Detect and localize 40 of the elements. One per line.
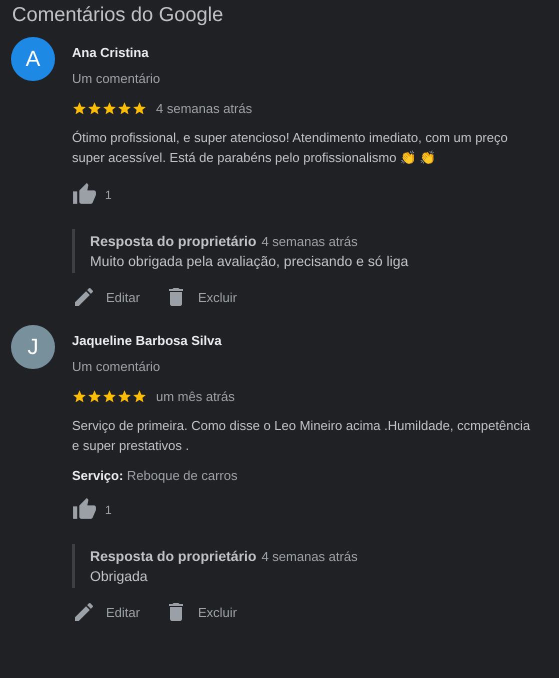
star-icon	[102, 389, 117, 404]
edit-button[interactable]: Editar	[72, 600, 140, 624]
avatar: J	[11, 325, 55, 369]
pencil-icon	[72, 285, 96, 309]
delete-button[interactable]: Excluir	[164, 600, 237, 624]
star-icon	[72, 101, 87, 116]
star-icon	[87, 101, 102, 116]
pencil-icon	[72, 600, 96, 624]
reply-text: Muito obrigada pela avaliação, precisando e só liga	[90, 253, 410, 269]
star-icon	[117, 101, 132, 116]
avatar: A	[11, 37, 55, 81]
service-line: Serviço: Reboque de carros	[72, 468, 238, 483]
review-text: Serviço de primeira. Como disse o Leo Mineiro acima .Humildade, ccmpetência e super prestativos .	[72, 417, 532, 455]
star-icon	[102, 101, 117, 116]
review-time: 4 semanas atrás	[156, 101, 252, 116]
reply-time: 4 semanas atrás	[261, 234, 358, 249]
like-count: 1	[105, 502, 112, 516]
star-icon	[117, 389, 132, 404]
reply-label: Resposta do proprietário	[90, 233, 256, 249]
star-icon	[72, 389, 87, 404]
reply-text: Obrigada	[90, 568, 149, 584]
thumbs-up-icon	[72, 497, 97, 522]
review-time: um mês atrás	[156, 389, 235, 404]
like-button[interactable]	[72, 182, 97, 207]
section-title: Comentários do Google	[12, 4, 224, 27]
edit-button[interactable]: Editar	[72, 285, 140, 309]
review-text: Ótimo profissional, e super atencioso! Atendimento imediato, com um preço super acessível. Está de parabéns pelo profissionalismo 👏 👏	[72, 129, 509, 167]
reply-time: 4 semanas atrás	[261, 549, 358, 564]
reply-label: Resposta do proprietário	[90, 548, 256, 564]
star-icon	[132, 101, 147, 116]
delete-button[interactable]: Excluir	[164, 285, 237, 309]
like-button[interactable]	[72, 497, 97, 522]
reviewer-name[interactable]: Jaqueline Barbosa Silva	[72, 333, 559, 348]
like-count: 1	[105, 188, 112, 202]
review-count: Um comentário	[72, 359, 162, 374]
thumbs-up-icon	[72, 182, 97, 207]
star-icon	[132, 389, 147, 404]
review-count: Um comentário	[72, 71, 162, 86]
reviewer-name[interactable]: Ana Cristina	[72, 45, 559, 60]
star-icon	[87, 389, 102, 404]
